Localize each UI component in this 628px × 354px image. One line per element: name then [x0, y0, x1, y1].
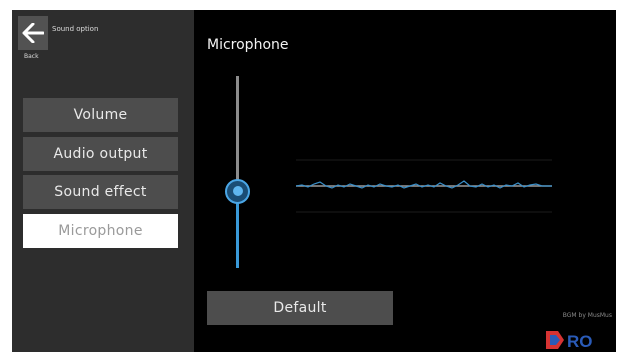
sidebar: Back Sound option Volume Audio output So… [12, 10, 194, 352]
mic-level-slider-thumb[interactable] [225, 178, 250, 204]
ro-logo: RO [546, 331, 593, 351]
logo-text: RO [567, 332, 593, 351]
menu-item-sound-effect[interactable]: Sound effect [23, 175, 178, 209]
back-label: Back [24, 53, 39, 60]
menu-item-volume[interactable]: Volume [23, 98, 178, 132]
menu-item-audio-output[interactable]: Audio output [23, 137, 178, 171]
back-button[interactable] [18, 16, 48, 50]
slider-thumb-core [232, 186, 243, 197]
arrow-left-icon [22, 23, 44, 43]
bgm-credit: BGM by MusMus [562, 312, 612, 319]
page-title: Microphone [207, 37, 289, 53]
mic-waveform [296, 159, 552, 213]
menu-item-microphone[interactable]: Microphone [23, 214, 178, 248]
waveform-signal [296, 180, 552, 189]
app-screen: Back Sound option Volume Audio output So… [12, 10, 616, 352]
sidebar-title: Sound option [52, 25, 99, 33]
default-button[interactable]: Default [207, 291, 393, 325]
